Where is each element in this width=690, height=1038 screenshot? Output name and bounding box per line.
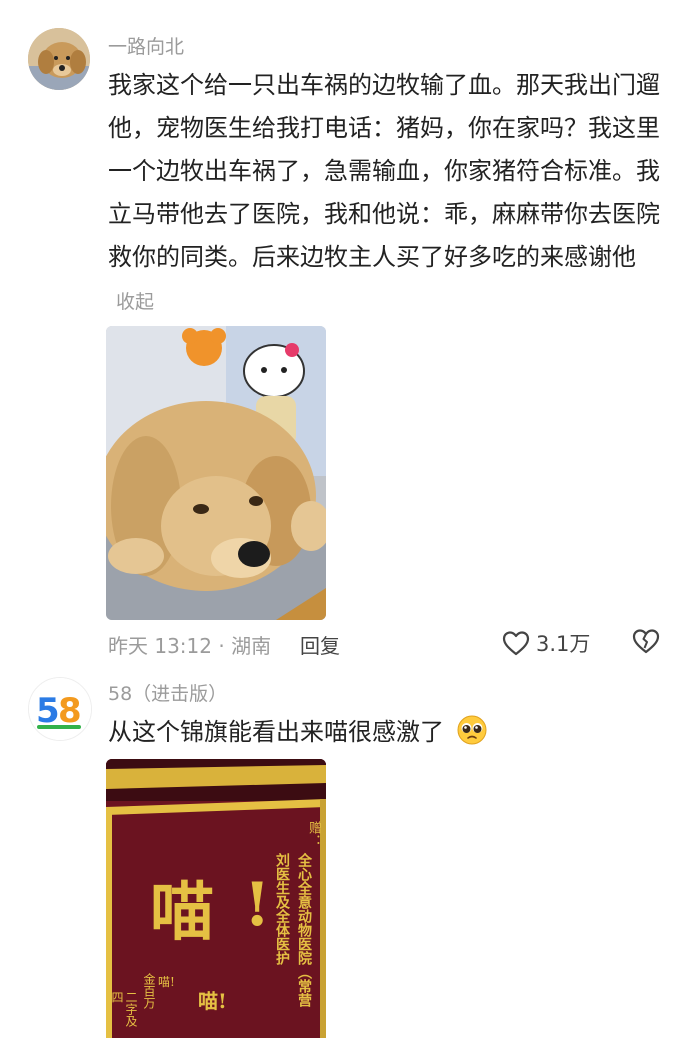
user-avatar[interactable]: 5 8 (28, 677, 92, 741)
comment-time-location: 昨天 13:12 · 湖南 (108, 634, 272, 658)
58-logo-icon: 5 8 (29, 678, 91, 740)
banner-doctor-text: 刘医生及全体医护 (274, 853, 290, 965)
comment-body: 从这个锦旗能看出来喵很感激了 (108, 711, 660, 760)
golden-retriever-avatar-icon (28, 28, 90, 90)
comment-text: 从这个锦旗能看出来喵很感激了 (108, 718, 444, 746)
user-avatar[interactable] (28, 28, 90, 90)
comment-username[interactable]: 58（进击版） (108, 679, 227, 706)
comment-item: 5 8 58（进击版） 从这个锦旗能看出来喵很感激了 赠： 全心全意动物医院（常… (0, 665, 690, 1038)
banner-photo[interactable]: 赠： 全心全意动物医院（常营 刘医生及全体医护 喵 ! 喵! 金百万 二字及四 … (106, 759, 326, 1038)
banner-donor-label: 赠： (306, 821, 321, 847)
banner-big-character: 喵 (150, 875, 214, 950)
banner-small-meow: 喵! (198, 989, 227, 1013)
comment-body: 我家这个给一只出车祸的边牧输了血。那天我出门遛他，宠物医生给我打电话：猪妈，你在… (108, 64, 660, 324)
comment-text: 我家这个给一只出车祸的边牧输了血。那天我出门遛他，宠物医生给我打电话：猪妈，你在… (108, 71, 660, 271)
comment-username[interactable]: 一路向北 (108, 32, 184, 59)
like-button[interactable]: 3.1万 (502, 628, 590, 658)
banner-left-text-1: 金百万 (142, 973, 156, 1009)
dislike-button[interactable] (632, 628, 660, 658)
banner-recipient-text: 全心全意动物医院（常营 (296, 853, 312, 1007)
like-count: 3.1万 (536, 632, 591, 656)
comment-item: 一路向北 我家这个给一只出车祸的边牧输了血。那天我出门遛他，宠物医生给我打电话：… (0, 0, 690, 665)
collapse-link[interactable]: 收起 (116, 291, 154, 313)
heart-icon (502, 631, 530, 656)
pleading-face-emoji-icon (456, 714, 488, 760)
banner-left-meow: 喵! (158, 975, 175, 989)
golden-retriever-photo-icon (106, 326, 326, 620)
banner-exclaim: ! (244, 870, 271, 940)
broken-heart-icon (632, 629, 660, 654)
banner-left-text-2: 二字及四 (110, 991, 138, 1027)
reply-button[interactable]: 回复 (300, 630, 340, 659)
comment-photo[interactable] (106, 326, 326, 620)
